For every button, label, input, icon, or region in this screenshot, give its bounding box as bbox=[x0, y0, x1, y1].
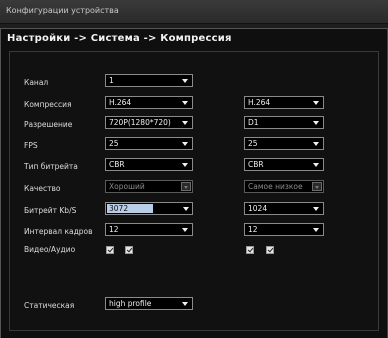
label-channel: Канал bbox=[24, 78, 49, 87]
label-fps: FPS bbox=[24, 141, 38, 150]
main-interval-select[interactable]: 12 bbox=[105, 223, 193, 236]
extra-compression-value: H.264 bbox=[248, 98, 271, 107]
chevron-down-icon bbox=[182, 302, 188, 306]
extra-bitrate-select[interactable]: 1024 bbox=[244, 202, 324, 215]
extra-bitrate-type-value: CBR bbox=[248, 160, 264, 169]
main-quality-value: Хороший bbox=[109, 182, 145, 191]
main-video-checkbox[interactable] bbox=[106, 246, 114, 254]
chevron-down-icon bbox=[182, 142, 188, 146]
main-bitrate-combo[interactable]: 3072 bbox=[105, 202, 193, 215]
chevron-down-icon bbox=[313, 228, 319, 232]
extra-interval-select[interactable]: 12 bbox=[244, 223, 324, 236]
chevron-down-icon bbox=[313, 121, 319, 125]
chevron-down-icon bbox=[182, 101, 188, 105]
chevron-down-icon bbox=[183, 207, 189, 211]
channel-select[interactable]: 1 bbox=[105, 74, 193, 87]
main-fps-select[interactable]: 25 bbox=[105, 137, 193, 150]
main-bitrate-type-select[interactable]: CBR bbox=[105, 158, 193, 171]
extra-fps-select[interactable]: 25 bbox=[244, 137, 324, 150]
extra-resolution-select[interactable]: D1 bbox=[244, 116, 324, 129]
chevron-down-icon bbox=[182, 228, 188, 232]
window-titlebar: Конфигурации устройства bbox=[0, 0, 388, 24]
extra-video-checkbox[interactable] bbox=[246, 246, 254, 254]
chevron-down-icon bbox=[181, 182, 191, 191]
chevron-down-icon bbox=[313, 101, 319, 105]
main-compression-select[interactable]: H.264 bbox=[105, 96, 193, 109]
label-static: Статическая bbox=[24, 301, 75, 310]
main-audio-checkbox[interactable] bbox=[125, 246, 133, 254]
main-resolution-value: 720P(1280*720) bbox=[109, 118, 171, 127]
extra-quality-value: Самое низкое bbox=[248, 182, 303, 191]
label-quality: Качество bbox=[24, 184, 61, 193]
profile-value: high profile bbox=[109, 299, 152, 308]
main-bitrate-type-value: CBR bbox=[109, 160, 125, 169]
extra-compression-select[interactable]: H.264 bbox=[244, 96, 324, 109]
chevron-down-icon bbox=[313, 207, 319, 211]
chevron-down-icon bbox=[182, 163, 188, 167]
bitrate-dropdown[interactable] bbox=[182, 203, 192, 214]
label-compression: Компрессия bbox=[24, 100, 72, 109]
chevron-down-icon bbox=[182, 79, 188, 83]
label-bitrate-type: Тип битрейта bbox=[24, 162, 78, 171]
window-title: Конфигурации устройства bbox=[6, 6, 119, 15]
main-resolution-select[interactable]: 720P(1280*720) bbox=[105, 116, 193, 129]
main-compression-value: H.264 bbox=[109, 98, 132, 107]
main-fps-value: 25 bbox=[109, 139, 119, 148]
chevron-down-icon bbox=[313, 163, 319, 167]
extra-fps-value: 25 bbox=[248, 139, 258, 148]
chevron-down-icon bbox=[313, 142, 319, 146]
extra-bitrate-value: 1024 bbox=[248, 204, 268, 213]
extra-bitrate-type-select[interactable]: CBR bbox=[244, 158, 324, 171]
settings-page: Настройки -> Система -> Компрессия Канал… bbox=[0, 28, 388, 338]
extra-quality-select: Самое низкое bbox=[244, 180, 324, 193]
main-interval-value: 12 bbox=[109, 225, 119, 234]
label-video-audio: Видео/Аудио bbox=[24, 245, 76, 254]
chevron-down-icon bbox=[312, 182, 322, 191]
channel-value: 1 bbox=[109, 76, 114, 85]
label-interval: Интервал кадров bbox=[24, 227, 93, 236]
label-bitrate: Битрейт Kb/S bbox=[24, 206, 77, 215]
main-quality-select: Хороший bbox=[105, 180, 193, 193]
extra-audio-checkbox[interactable] bbox=[266, 246, 274, 254]
breadcrumb: Настройки -> Система -> Компрессия bbox=[7, 33, 232, 44]
compression-panel: Канал 1 Компрессия H.264 H.264 Разрешени… bbox=[9, 51, 379, 331]
chevron-down-icon bbox=[182, 121, 188, 125]
label-resolution: Разрешение bbox=[24, 120, 73, 129]
extra-resolution-value: D1 bbox=[248, 118, 259, 127]
profile-select[interactable]: high profile bbox=[105, 297, 193, 310]
extra-interval-value: 12 bbox=[248, 225, 258, 234]
main-bitrate-value[interactable]: 3072 bbox=[107, 204, 153, 213]
